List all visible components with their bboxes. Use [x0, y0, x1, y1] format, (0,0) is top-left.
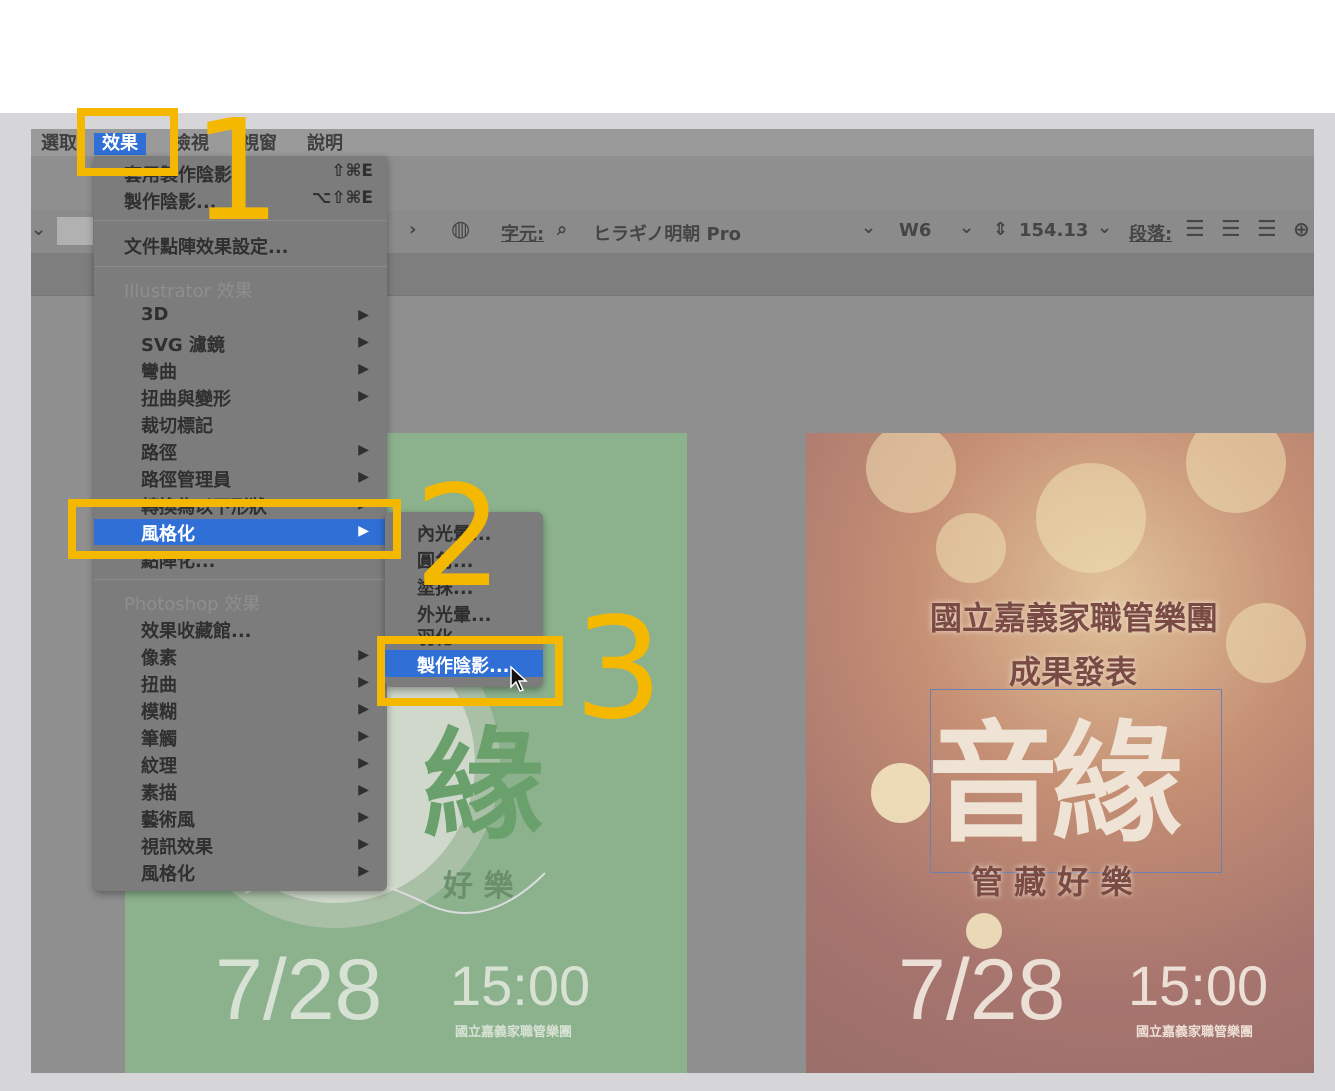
submenu-arrow-icon: ▶ — [358, 809, 369, 825]
submenu-arrow-icon: ▶ — [358, 388, 369, 404]
chevron-right-icon[interactable]: › — [409, 219, 416, 240]
chevron-down-icon[interactable]: ⌄ — [31, 219, 46, 240]
submenu-arrow-icon: ▶ — [358, 334, 369, 350]
poster-left-date: 7/28 — [215, 942, 383, 1038]
bokeh-light — [866, 433, 956, 513]
menu-item-sketch[interactable]: 素描 ▶ — [94, 778, 387, 804]
menu-item-pixelate[interactable]: 像素 ▶ — [94, 643, 387, 669]
size-stepper-icon[interactable]: ⇕ — [993, 219, 1008, 240]
menu-item-texture[interactable]: 紋理 ▶ — [94, 751, 387, 777]
poster-right-date: 7/28 — [898, 942, 1066, 1038]
menu-item-photoshop-stylize[interactable]: 風格化 ▶ — [94, 859, 387, 885]
menu-item-distort[interactable]: 扭曲 ▶ — [94, 670, 387, 696]
bokeh-light — [1226, 603, 1306, 683]
menu-section-illustrator: Illustrator 效果 — [124, 281, 253, 302]
menu-item-warp[interactable]: 彎曲 ▶ — [94, 357, 387, 383]
callout-number-1: 1 — [192, 90, 282, 253]
paragraph-label[interactable]: 段落: — [1129, 220, 1172, 246]
callout-number-3: 3 — [574, 588, 664, 751]
character-label[interactable]: 字元: — [501, 220, 544, 246]
menu-divider — [94, 266, 387, 267]
menu-help[interactable]: 說明 — [307, 133, 343, 155]
align-center-icon[interactable]: ☰ — [1221, 217, 1241, 242]
bokeh-light — [1186, 433, 1286, 513]
globe-icon[interactable]: ◍ — [451, 217, 470, 242]
submenu-arrow-icon: ▶ — [358, 361, 369, 377]
align-right-icon[interactable]: ☰ — [1257, 217, 1277, 242]
poster-left-subtitle: 好 樂 — [443, 869, 514, 904]
menu-section-photoshop: Photoshop 效果 — [124, 594, 261, 615]
size-dropdown-chevron-icon[interactable]: ⌄ — [1097, 217, 1112, 238]
menu-item-distort-transform[interactable]: 扭曲與變形 ▶ — [94, 384, 387, 410]
bokeh-light — [936, 513, 1006, 583]
callout-number-2: 2 — [414, 456, 504, 619]
poster-right-org-line: 國立嘉義家職管樂團 — [930, 599, 1219, 637]
menu-item-blur[interactable]: 模糊 ▶ — [94, 697, 387, 723]
poster-right-org: 國立嘉義家職管樂團 — [1136, 1025, 1254, 1040]
callout-box-2 — [68, 499, 401, 559]
menu-item-video[interactable]: 視訊效果 ▶ — [94, 832, 387, 858]
menu-item-pathfinder[interactable]: 路徑管理員 ▶ — [94, 465, 387, 491]
poster-left-time: 15:00 — [450, 954, 591, 1017]
illustrator-window: 選取 效果 檢視 視窗 說明 ⌄ › ◍ 字元: ⌕ ヒラギノ明朝 Pro ⌄ … — [31, 129, 1314, 1073]
submenu-arrow-icon: ▶ — [358, 836, 369, 852]
menu-select[interactable]: 選取 — [41, 133, 77, 155]
menu-item-svg-filters[interactable]: SVG 濾鏡 ▶ — [94, 330, 387, 356]
poster-left-title-char: 緣 — [423, 715, 543, 856]
callout-box-1 — [77, 108, 178, 176]
more-options-icon[interactable]: ⊕ — [1293, 217, 1310, 241]
menu-divider — [94, 579, 387, 580]
artboard-right-poster[interactable]: 國立嘉義家職管樂團 成果發表 音緣 管 藏 好 樂 7/28 15:00 國立嘉… — [806, 433, 1314, 1073]
search-icon: ⌕ — [557, 219, 568, 240]
poster-left-org: 國立嘉義家職管樂團 — [455, 1025, 573, 1040]
submenu-arrow-icon: ▶ — [358, 307, 369, 323]
font-dropdown-chevron-icon[interactable]: ⌄ — [861, 217, 876, 238]
menu-item-effect-gallery[interactable]: 效果收藏館... — [94, 616, 387, 642]
submenu-arrow-icon: ▶ — [358, 728, 369, 744]
submenu-arrow-icon: ▶ — [358, 674, 369, 690]
fill-swatch[interactable] — [57, 217, 93, 245]
font-weight-field[interactable]: W6 — [899, 220, 931, 241]
poster-right-time: 15:00 — [1128, 954, 1269, 1017]
menu-item-3d[interactable]: 3D ▶ — [94, 303, 387, 329]
callout-box-3 — [377, 636, 563, 706]
submenu-arrow-icon: ▶ — [358, 755, 369, 771]
submenu-arrow-icon: ▶ — [358, 701, 369, 717]
bokeh-light — [871, 763, 931, 823]
submenu-arrow-icon: ▶ — [358, 469, 369, 485]
poster-right-title: 音緣 — [928, 707, 1182, 860]
font-name-field[interactable]: ヒラギノ明朝 Pro — [593, 220, 741, 246]
menu-item-crop-marks[interactable]: 裁切標記 — [94, 411, 387, 437]
menu-item-brush-strokes[interactable]: 筆觸 ▶ — [94, 724, 387, 750]
menu-item-artistic[interactable]: 藝術風 ▶ — [94, 805, 387, 831]
poster-right-subtitle: 管 藏 好 樂 — [971, 863, 1133, 901]
menu-item-path[interactable]: 路徑 ▶ — [94, 438, 387, 464]
font-size-field[interactable]: 154.13 — [1019, 220, 1088, 241]
submenu-arrow-icon: ▶ — [358, 782, 369, 798]
bokeh-light — [1036, 463, 1146, 573]
submenu-arrow-icon: ▶ — [358, 442, 369, 458]
submenu-arrow-icon: ▶ — [358, 647, 369, 663]
submenu-arrow-icon: ▶ — [358, 863, 369, 879]
weight-dropdown-chevron-icon[interactable]: ⌄ — [959, 217, 974, 238]
align-left-icon[interactable]: ☰ — [1185, 217, 1205, 242]
